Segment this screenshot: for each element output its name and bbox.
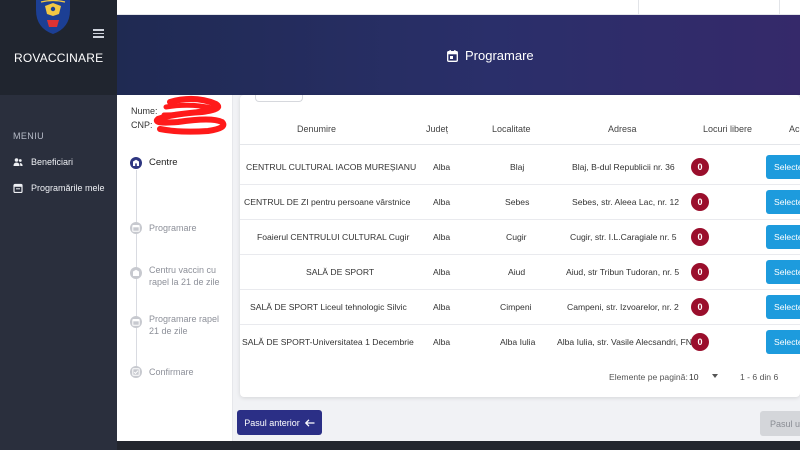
step-programare[interactable]: Programare <box>130 222 197 234</box>
sidebar: ROVACCINARE MENIU Beneficiari Programări… <box>0 0 117 450</box>
cell-adresa: Campeni, str. Izvoarelor, nr. 2 <box>567 302 679 312</box>
table-row: SALĂ DE SPORT Alba Aiud Aiud, str Tribun… <box>240 255 800 290</box>
sidebar-item-label: Programările mele <box>31 183 105 193</box>
calendar-icon <box>130 222 142 234</box>
table-header: Denumire Județ Localitate Adresa Locuri … <box>240 115 800 145</box>
cell-judet: Alba <box>433 302 451 312</box>
cell-adresa: Sebes, str. Aleea Lac, nr. 12 <box>572 197 680 207</box>
cell-judet: Alba <box>433 267 451 277</box>
menu-title: MENIU <box>13 131 44 141</box>
column-header: Ac <box>789 124 800 134</box>
checklist-icon <box>130 366 142 378</box>
calendar-icon <box>447 49 458 62</box>
locuri-libere-badge: 0 <box>691 193 709 211</box>
locuri-libere-badge: 0 <box>691 158 709 176</box>
column-header: Denumire <box>297 124 337 134</box>
table-row: CENTRUL DE ZI pentru persoane vârstnice … <box>240 185 800 220</box>
cell-localitate: Cimpeni <box>500 302 532 312</box>
brand-title: ROVACCINARE <box>14 51 104 65</box>
per-page-label: Elemente pe pagină: <box>609 372 688 382</box>
table-row: SALĂ DE SPORT-Universitatea 1 Decembrie … <box>240 325 800 360</box>
step-label: Programare <box>149 223 197 233</box>
step-label: Confirmare <box>149 367 194 377</box>
divider <box>779 0 780 15</box>
footer-bar <box>117 441 800 450</box>
step-label: Centru vaccin cu rapel la 21 de zile <box>149 265 220 287</box>
next-step-button[interactable]: Pasul ur <box>760 411 800 436</box>
cell-localitate: Alba Iulia <box>500 337 536 347</box>
step-label: Programare rapel 21 de zile <box>149 314 220 336</box>
locuri-libere-badge: 0 <box>691 298 709 316</box>
page-header: Programare <box>117 15 800 95</box>
column-header: Localitate <box>492 124 531 134</box>
calendar-icon <box>130 316 142 328</box>
cell-denumire: SALĂ DE SPORT-Universitatea 1 Decembrie <box>242 337 414 347</box>
sidebar-item-programarile-mele[interactable]: Programările mele <box>13 183 105 193</box>
table-row: Foaierul CENTRULUI CULTURAL Cugir Alba C… <box>240 220 800 255</box>
cell-localitate: Aiud <box>508 267 526 277</box>
locuri-libere-badge: 0 <box>691 263 709 281</box>
column-header: Adresa <box>608 124 637 134</box>
select-button[interactable]: Selecte <box>766 225 800 249</box>
cell-adresa: Alba Iulia, str. Vasile Alecsandri, FN <box>557 337 693 347</box>
tab-stub <box>255 95 303 102</box>
page-range: 1 - 6 din 6 <box>740 372 779 382</box>
cell-judet: Alba <box>433 197 451 207</box>
sidebar-item-label: Beneficiari <box>31 157 74 167</box>
step-centre[interactable]: Centre <box>130 157 178 169</box>
step-label: Centre <box>149 157 178 168</box>
select-button[interactable]: Selecte <box>766 295 800 319</box>
cell-judet: Alba <box>433 337 451 347</box>
hamburger-menu-icon[interactable] <box>93 29 104 38</box>
column-header: Locuri libere <box>703 124 753 134</box>
step-confirmare[interactable]: Confirmare <box>130 366 194 378</box>
previous-step-label: Pasul anterior <box>244 417 300 428</box>
divider <box>638 0 639 15</box>
table-row: CENTRUL CULTURAL IACOB MUREȘIANU Alba Bl… <box>240 150 800 185</box>
previous-step-button[interactable]: Pasul anterior <box>237 410 322 435</box>
pagination: Elemente pe pagină: 10 1 - 6 din 6 <box>240 368 800 388</box>
locuri-libere-badge: 0 <box>691 333 709 351</box>
select-button[interactable]: Selecte <box>766 330 800 354</box>
building-icon <box>130 157 142 169</box>
cell-denumire: SALĂ DE SPORT <box>306 267 375 277</box>
top-strip <box>117 0 800 15</box>
centers-table-card: Denumire Județ Localitate Adresa Locuri … <box>240 95 800 397</box>
cell-denumire: CENTRUL CULTURAL IACOB MUREȘIANU <box>246 162 417 172</box>
page-title: Programare <box>447 48 534 63</box>
chevron-down-icon[interactable] <box>712 374 718 378</box>
cell-denumire: CENTRUL DE ZI pentru persoane vârstnice <box>244 197 411 207</box>
select-button[interactable]: Selecte <box>766 260 800 284</box>
cell-localitate: Sebes <box>505 197 530 207</box>
cell-denumire: SALĂ DE SPORT Liceul tehnologic Silvic <box>250 302 407 312</box>
select-button[interactable]: Selecte <box>766 155 800 179</box>
arrow-left-icon <box>304 418 315 427</box>
select-button[interactable]: Selecte <box>766 190 800 214</box>
sidebar-item-beneficiari[interactable]: Beneficiari <box>13 157 73 167</box>
table-row: SALĂ DE SPORT Liceul tehnologic Silvic A… <box>240 290 800 325</box>
building-icon <box>130 267 142 279</box>
cell-denumire: Foaierul CENTRULUI CULTURAL Cugir <box>257 232 410 242</box>
cell-adresa: Blaj, B-dul Republicii nr. 36 <box>572 162 675 172</box>
cell-judet: Alba <box>433 232 451 242</box>
cell-localitate: Cugir <box>506 232 527 242</box>
column-header: Județ <box>426 124 449 134</box>
locuri-libere-badge: 0 <box>691 228 709 246</box>
cell-localitate: Blaj <box>510 162 525 172</box>
users-icon <box>13 158 23 166</box>
page-title-text: Programare <box>465 48 534 63</box>
cell-judet: Alba <box>433 162 451 172</box>
brand-area: ROVACCINARE <box>0 0 117 95</box>
step-programare-rapel[interactable]: Programare rapel 21 de zile <box>130 313 223 337</box>
per-page-select[interactable]: 10 <box>689 372 699 382</box>
calendar-icon <box>13 183 23 193</box>
step-centru-rapel[interactable]: Centru vaccin cu rapel la 21 de zile <box>130 264 223 288</box>
cell-adresa: Aiud, str Tribun Tudoran, nr. 5 <box>566 267 680 277</box>
government-logo <box>36 0 70 34</box>
cell-adresa: Cugir, str. I.L.Caragiale nr. 5 <box>570 232 677 242</box>
redaction-scribble <box>154 96 227 135</box>
